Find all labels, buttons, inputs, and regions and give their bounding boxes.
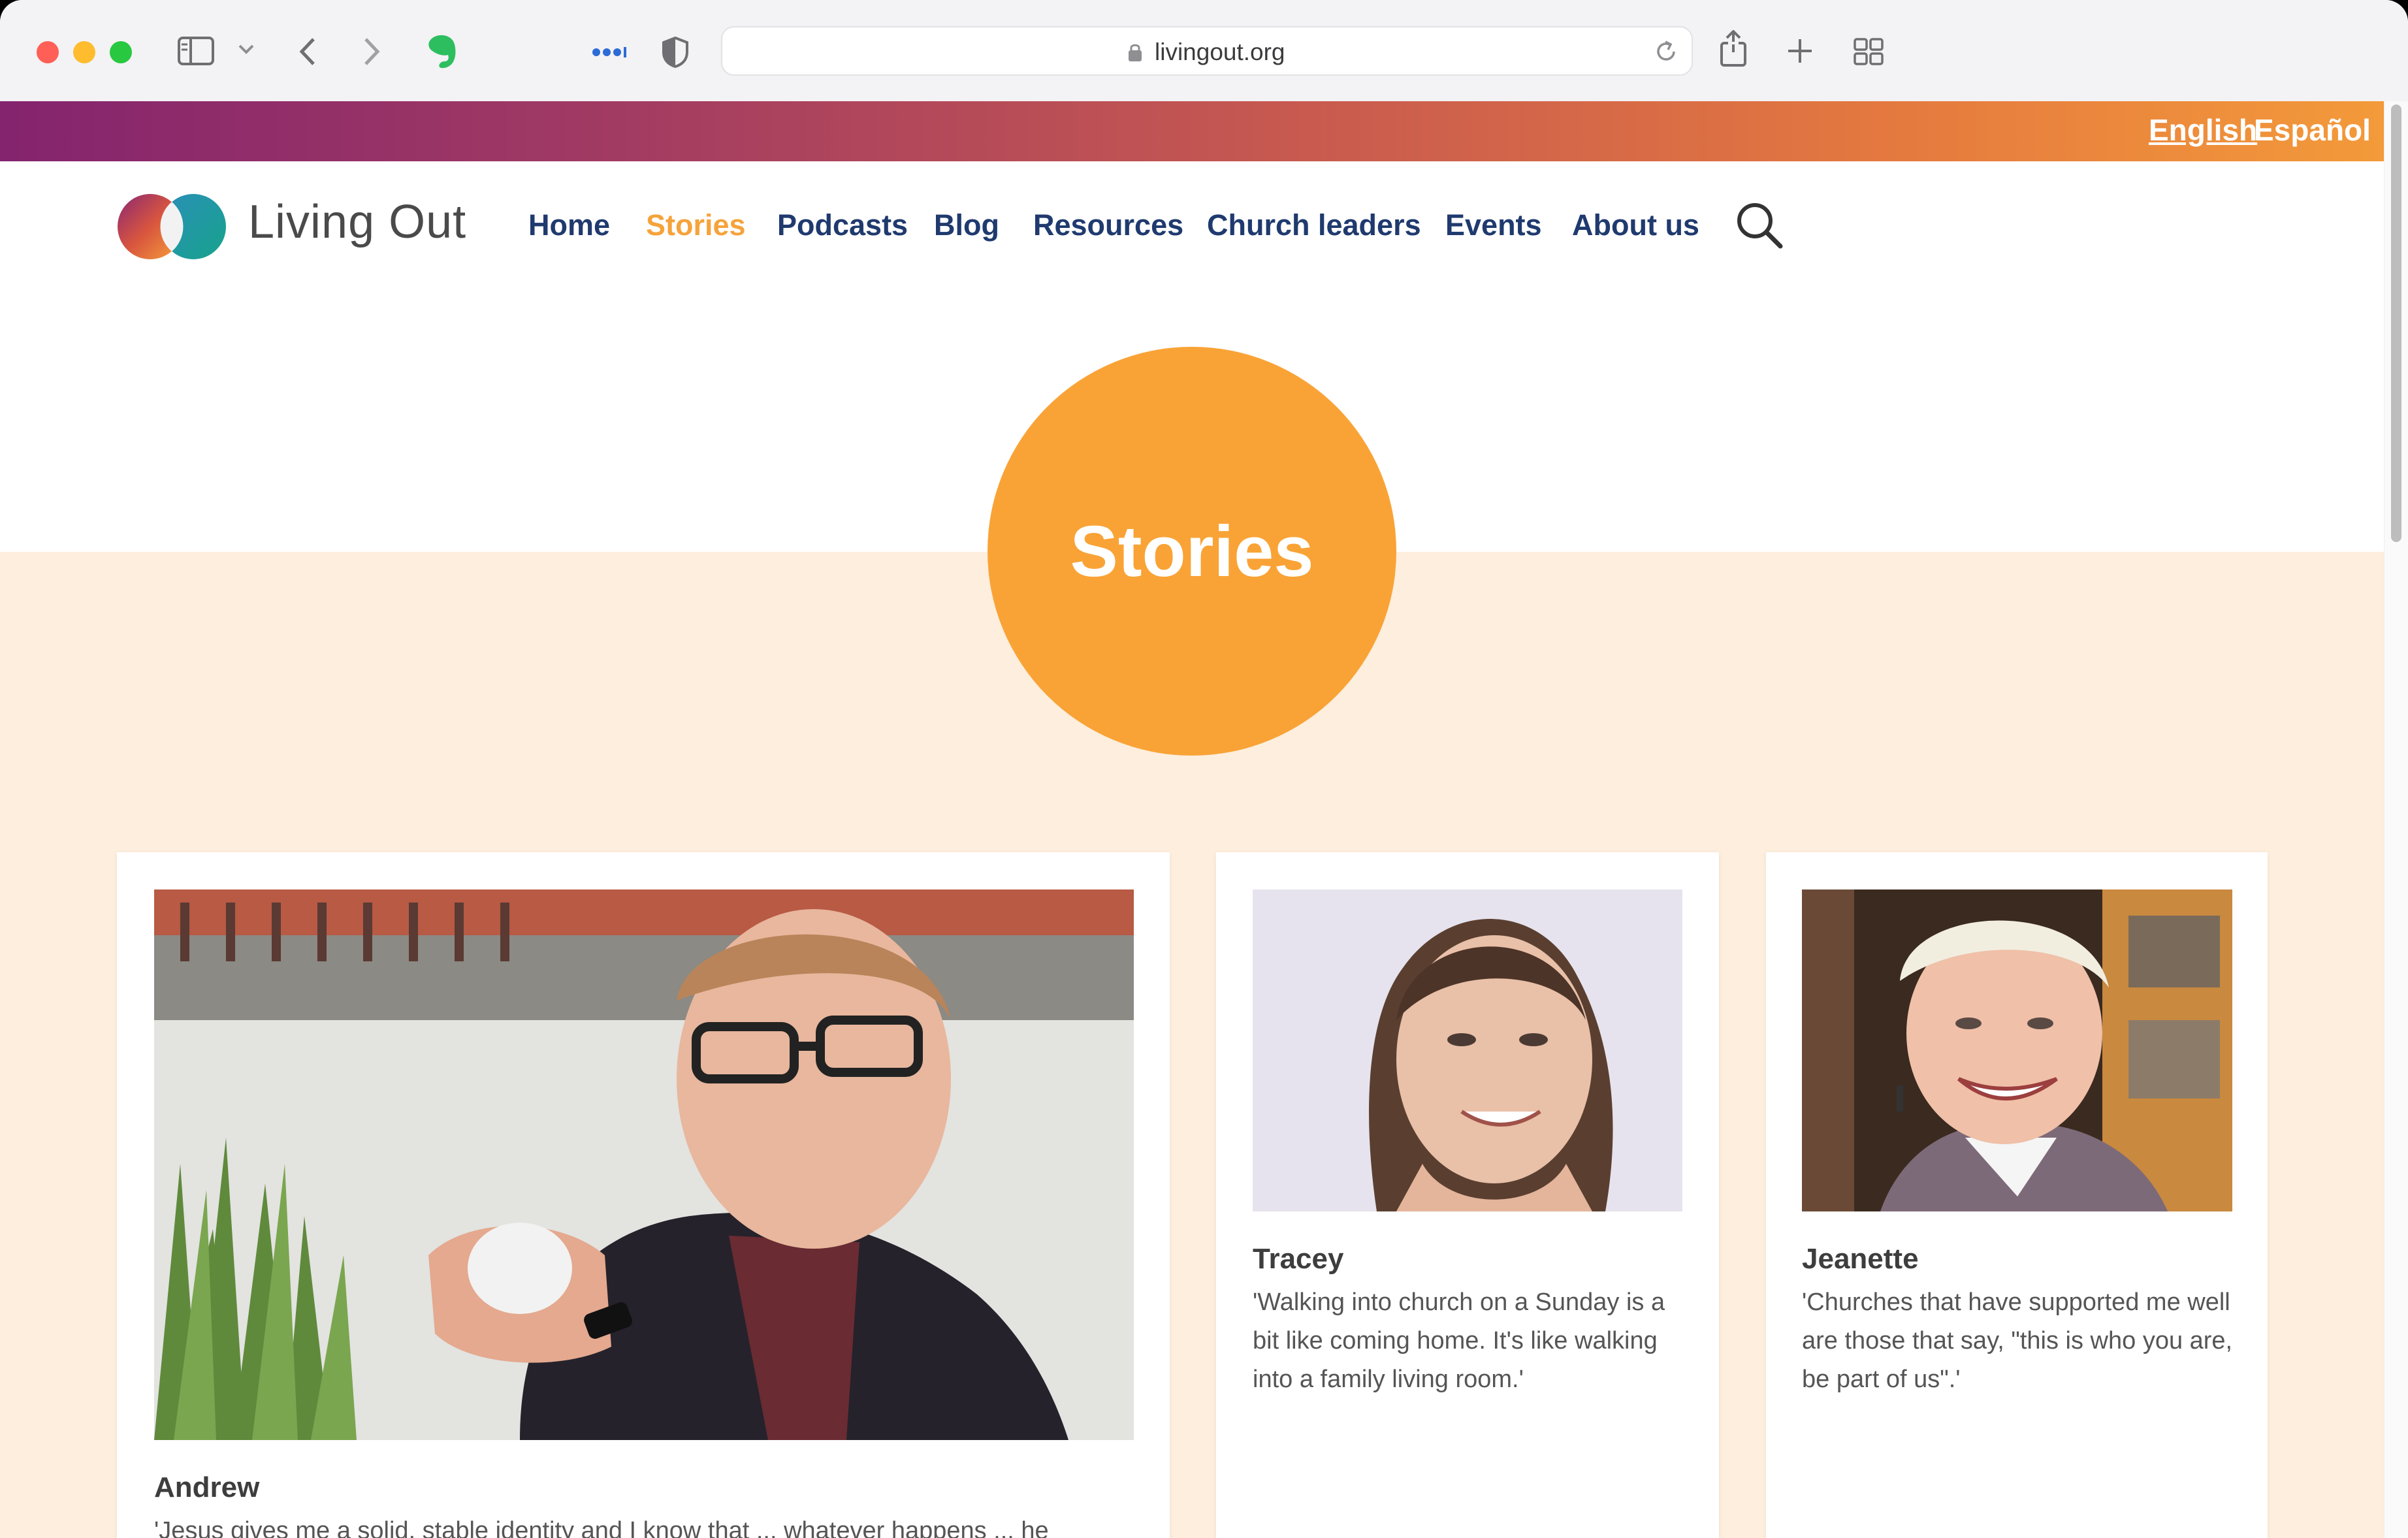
story-card-jeanette[interactable]: Jeanette 'Churches that have supported m… xyxy=(1766,852,2268,1538)
forward-icon[interactable] xyxy=(362,37,381,67)
scrollbar-thumb[interactable] xyxy=(2391,104,2401,542)
browser-toolbar: livingout.org xyxy=(0,0,2408,103)
story-name-andrew[interactable]: Andrew xyxy=(154,1471,259,1504)
new-tab-icon[interactable] xyxy=(1787,38,1813,64)
site-logo-icon[interactable] xyxy=(116,193,227,264)
site-name[interactable]: Living Out xyxy=(248,195,466,249)
nav-home[interactable]: Home xyxy=(528,208,610,242)
nav-church-leaders[interactable]: Church leaders xyxy=(1207,208,1421,242)
story-name-tracey[interactable]: Tracey xyxy=(1253,1243,1343,1275)
close-window-button[interactable] xyxy=(37,41,59,63)
tab-overview-icon[interactable] xyxy=(1854,38,1884,65)
story-photo-tracey[interactable] xyxy=(1253,889,1682,1211)
hero-circle: Stories xyxy=(987,347,1396,756)
share-icon[interactable] xyxy=(1719,30,1748,68)
story-card-tracey[interactable]: Tracey 'Walking into church on a Sunday … xyxy=(1216,852,1719,1538)
story-quote-andrew: 'Jesus gives me a solid, stable identity… xyxy=(154,1517,1049,1538)
story-photo-andrew[interactable] xyxy=(154,889,1134,1440)
story-card-andrew[interactable]: Andrew 'Jesus gives me a solid, stable i… xyxy=(117,852,1170,1538)
page-title: Stories xyxy=(1070,511,1314,592)
story-photo-jeanette[interactable] xyxy=(1802,889,2232,1211)
back-icon[interactable] xyxy=(298,37,317,67)
url-text: livingout.org xyxy=(1155,39,1285,65)
web-page: English Español Living Out Home Stories … xyxy=(0,101,2384,1538)
lock-icon xyxy=(1127,42,1143,66)
evernote-extension-icon[interactable] xyxy=(425,33,458,71)
privacy-shield-icon[interactable] xyxy=(661,37,690,68)
nav-blog[interactable]: Blog xyxy=(934,208,999,242)
language-english-link[interactable]: English xyxy=(2149,112,2257,148)
nav-stories[interactable]: Stories xyxy=(646,208,746,242)
story-name-jeanette[interactable]: Jeanette xyxy=(1802,1243,1919,1275)
password-extension-icon[interactable] xyxy=(591,46,628,59)
reload-icon[interactable] xyxy=(1654,39,1678,67)
address-bar[interactable]: livingout.org xyxy=(721,26,1693,76)
browser-window: livingout.org English Español Living Out… xyxy=(0,0,2408,1538)
nav-events[interactable]: Events xyxy=(1445,208,1542,242)
nav-about-us[interactable]: About us xyxy=(1572,208,1699,242)
language-espanol-link[interactable]: Español xyxy=(2254,112,2371,148)
minimize-window-button[interactable] xyxy=(73,41,95,63)
search-icon[interactable] xyxy=(1735,200,1784,253)
story-quote-jeanette: 'Churches that have supported me well ar… xyxy=(1802,1289,2233,1393)
chevron-down-icon[interactable] xyxy=(238,43,255,55)
language-bar: English Español xyxy=(0,101,2384,161)
nav-podcasts[interactable]: Podcasts xyxy=(777,208,908,242)
sidebar-icon[interactable] xyxy=(178,37,214,65)
story-quote-tracey: 'Walking into church on a Sunday is a bi… xyxy=(1253,1289,1665,1393)
zoom-window-button[interactable] xyxy=(110,41,132,63)
nav-resources[interactable]: Resources xyxy=(1033,208,1183,242)
site-header: Living Out Home Stories Podcasts Blog Re… xyxy=(0,161,2384,289)
